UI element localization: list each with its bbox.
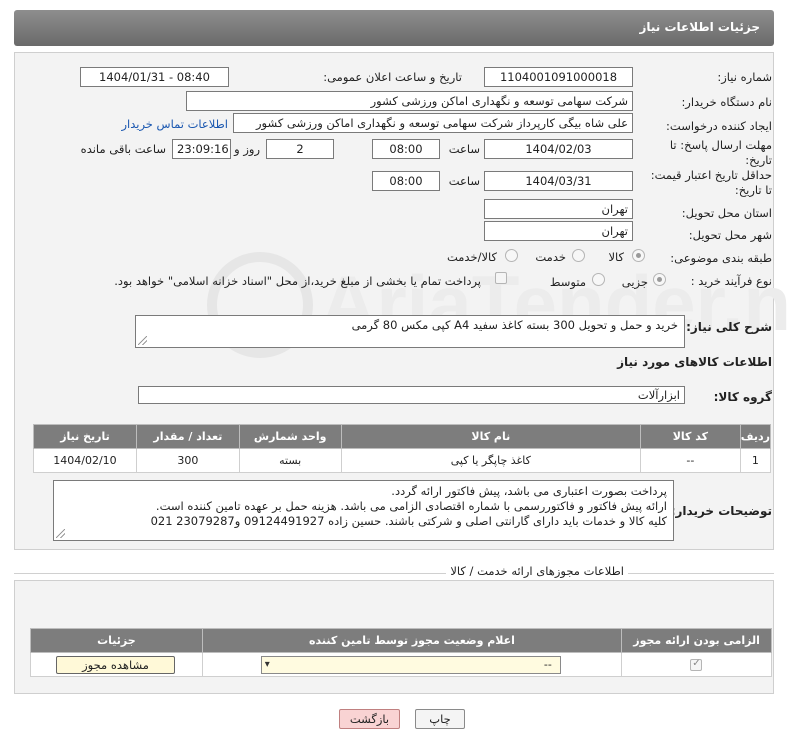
category-radio-service[interactable] [572, 249, 585, 262]
table-row: -- ▾ مشاهده مجوز [30, 652, 772, 677]
cell-quantity: 300 [135, 448, 240, 473]
category-goods-label: کالا [608, 250, 624, 264]
deadline-label-line1: مهلت ارسال پاسخ: تا [669, 138, 772, 152]
validity-label-line2: تا تاریخ: [734, 183, 772, 197]
col-status: اعلام وضعیت مجوز توسط تامین کننده [201, 628, 623, 653]
cell-name: کاغذ چاپگر یا کپی [340, 448, 641, 473]
view-permit-button[interactable]: مشاهده مجوز [56, 656, 175, 674]
process-minor-label: جزیی [621, 275, 648, 289]
col-date: تاریخ نیاز [33, 424, 137, 449]
cell-row: 1 [739, 448, 772, 473]
category-service-label: خدمت [535, 250, 566, 264]
permits-table-header: الزامی بودن ارائه مجوز اعلام وضعیت مجوز … [30, 628, 772, 653]
goods-info-title: اطلاعات کالاهای مورد نیاز [617, 355, 772, 369]
col-row: ردیف [739, 424, 772, 449]
permits-divider [14, 573, 774, 574]
category-radio-goods-service[interactable] [505, 249, 518, 262]
deadline-label-line2: تاریخ: [745, 153, 772, 167]
treasury-payment-note: پرداخت تمام یا بخشی از مبلغ خرید،از محل … [114, 274, 481, 288]
col-code: کد کالا [639, 424, 741, 449]
deadline-time-field: 08:00 [372, 139, 440, 159]
days-field: 2 [266, 139, 334, 159]
permits-title: اطلاعات مجوزهای ارائه خدمت / کالا [446, 564, 628, 578]
cell-details: مشاهده مجوز [30, 652, 203, 677]
category-goods-service-label: کالا/خدمت [446, 250, 497, 264]
permit-status-value: -- [543, 658, 552, 671]
city-field: تهران [484, 221, 633, 241]
summary-text: خرید و حمل و تحویل 300 بسته کاغذ سفید A4… [351, 318, 678, 332]
city-label: شهر محل تحویل: [688, 228, 772, 242]
remaining-time-field: 23:09:16 [172, 139, 231, 159]
col-quantity: تعداد / مقدار [135, 424, 240, 449]
buyer-org-label: نام دستگاه خریدار: [681, 95, 772, 109]
province-label: استان محل تحویل: [681, 206, 772, 220]
buyer-notes-line-1: پرداخت بصورت اعتباری می باشد، پیش فاکتور… [391, 484, 667, 498]
requester-label: ایجاد کننده درخواست: [666, 119, 772, 133]
announce-label: تاریخ و ساعت اعلان عمومی: [323, 70, 462, 84]
col-required: الزامی بودن ارائه مجوز [621, 628, 772, 653]
buyer-notes-line-3: کلیه کالا و خدمات باید دارای گارانتی اصل… [150, 514, 667, 528]
col-unit: واحد شمارش [238, 424, 342, 449]
process-radio-medium[interactable] [592, 273, 605, 286]
cell-unit: بسته [238, 448, 342, 473]
permits-table: الزامی بودن ارائه مجوز اعلام وضعیت مجوز … [30, 628, 772, 677]
goods-table-header: ردیف کد کالا نام کالا واحد شمارش تعداد /… [33, 424, 772, 449]
resize-handle[interactable] [56, 529, 65, 538]
validity-label: حداقل تاریخ اعتبار قیمت: تا تاریخ: [651, 168, 772, 198]
process-medium-label: متوسط [549, 275, 586, 289]
requester-field: علی شاه بیگی کارپرداز شرکت سهامی توسعه و… [233, 113, 633, 133]
goods-group-field: ابزارآلات [138, 386, 685, 404]
category-radio-goods[interactable] [632, 249, 645, 262]
cell-code: -- [639, 448, 741, 473]
validity-label-line1: حداقل تاریخ اعتبار قیمت: [650, 168, 772, 182]
validity-date-field: 1404/03/31 [484, 171, 633, 191]
back-button[interactable]: بازگشت [339, 709, 400, 729]
deadline-time-label: ساعت [448, 142, 480, 156]
permit-required-checkbox [690, 658, 703, 671]
deadline-label: مهلت ارسال پاسخ: تا تاریخ: [670, 138, 772, 168]
summary-label: شرح کلی نیاز: [686, 320, 772, 334]
cell-required [621, 652, 772, 677]
summary-textarea: خرید و حمل و تحویل 300 بسته کاغذ سفید A4… [135, 315, 685, 348]
buyer-notes-line-2: ارائه پیش فاکتور و فاکتوررسمی با شماره ا… [155, 499, 667, 513]
need-number-field: 1104001091000018 [484, 67, 633, 87]
category-label: طبقه بندی موضوعی: [670, 251, 772, 265]
process-radio-minor[interactable] [653, 273, 666, 286]
cell-date: 1404/02/10 [33, 448, 137, 473]
validity-time-field: 08:00 [372, 171, 440, 191]
announce-field: 1404/01/31 - 08:40 [80, 67, 229, 87]
cell-status: -- ▾ [201, 652, 623, 677]
col-name: نام کالا [340, 424, 641, 449]
contact-info-link[interactable]: اطلاعات تماس خریدار [121, 117, 228, 131]
permit-status-select[interactable]: -- ▾ [260, 656, 561, 674]
days-label: روز و [234, 142, 260, 156]
resize-handle[interactable] [138, 336, 147, 345]
need-number-label: شماره نیاز: [717, 70, 772, 84]
deadline-date-field: 1404/02/03 [484, 139, 633, 159]
treasury-payment-checkbox[interactable] [495, 272, 507, 284]
process-label: نوع فرآیند خرید : [690, 274, 772, 288]
buyer-notes-label: توضیحات خریدار: [670, 504, 772, 518]
buyer-org-field: شرکت سهامی توسعه و نگهداری اماکن ورزشی ک… [186, 91, 633, 111]
buyer-notes-textarea: پرداخت بصورت اعتباری می باشد، پیش فاکتور… [53, 480, 674, 541]
province-field: تهران [484, 199, 633, 219]
goods-table: ردیف کد کالا نام کالا واحد شمارش تعداد /… [33, 424, 772, 473]
page-title: جزئیات اطلاعات نیاز [639, 20, 760, 34]
page-header: جزئیات اطلاعات نیاز [14, 10, 774, 46]
table-row[interactable]: 1 -- کاغذ چاپگر یا کپی بسته 300 1404/02/… [33, 448, 772, 473]
print-button[interactable]: چاپ [415, 709, 465, 729]
goods-group-label: گروه کالا: [713, 390, 772, 404]
remaining-time-label: ساعت باقی مانده [80, 142, 166, 156]
col-details: جزئیات [30, 628, 203, 653]
validity-time-label: ساعت [448, 174, 480, 188]
chevron-down-icon: ▾ [264, 659, 270, 670]
